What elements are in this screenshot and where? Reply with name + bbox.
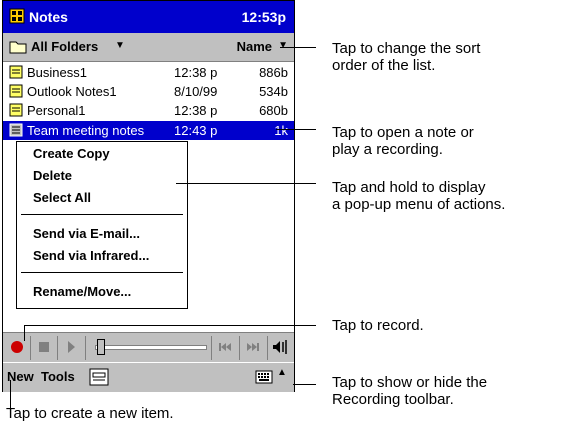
toolbar-divider — [267, 336, 268, 360]
note-time: 12:38 p — [174, 103, 218, 118]
callout-record: Tap to record. — [332, 317, 424, 334]
menu-separator — [21, 214, 183, 215]
note-size: 1k — [274, 123, 288, 138]
toolbar-divider — [30, 336, 31, 360]
app-title: Notes — [29, 9, 68, 25]
callout-hold: Tap and hold to display a pop-up menu of… — [332, 179, 505, 213]
clock[interactable]: 12:53p — [242, 9, 286, 25]
rewind-icon[interactable] — [215, 337, 235, 357]
callout-toolbar-line2: Recording toolbar. — [332, 391, 454, 408]
list-item-selected[interactable]: Team meeting notes 12:43 p 1k — [3, 121, 294, 140]
menu-bar: New Tools ▲ — [3, 362, 294, 392]
callout-line-open — [276, 129, 316, 130]
menu-item-rename-move[interactable]: Rename/Move... — [33, 284, 131, 299]
callout-line-toolbar — [293, 384, 316, 385]
note-icon — [9, 65, 23, 79]
note-name: Team meeting notes — [27, 123, 145, 138]
toolbar-divider — [57, 336, 58, 360]
note-name: Outlook Notes1 — [27, 84, 117, 99]
device-screen: Notes 12:53p All Folders ▼ Name ▼ Busine… — [2, 0, 295, 392]
callout-sort-line2: order of the list. — [332, 57, 436, 74]
chevron-up-icon[interactable]: ▲ — [277, 367, 287, 378]
note-size: 680b — [259, 103, 288, 118]
menu-item-send-email[interactable]: Send via E-mail... — [33, 226, 140, 241]
notes-app-icon — [9, 8, 25, 24]
keyboard-icon[interactable] — [255, 370, 273, 384]
callout-open-line1: Tap to open a note or — [332, 124, 474, 141]
menu-item-select-all[interactable]: Select All — [33, 190, 91, 205]
fast-forward-icon[interactable] — [243, 337, 263, 357]
list-item[interactable]: Business1 12:38 p 886b — [3, 63, 294, 82]
list-item[interactable]: Outlook Notes1 8/10/99 534b — [3, 82, 294, 101]
chevron-down-icon[interactable]: ▼ — [278, 40, 288, 51]
callout-line-record-vertical — [24, 325, 25, 341]
note-name: Business1 — [27, 65, 87, 80]
note-icon — [9, 103, 23, 117]
callout-open-line2: play a recording. — [332, 141, 443, 158]
callout-new-item: Tap to create a new item. — [6, 405, 174, 422]
callout-toolbar-line1: Tap to show or hide the — [332, 374, 488, 391]
folder-bar: All Folders ▼ Name ▼ — [3, 33, 294, 62]
tools-menu[interactable]: Tools — [41, 369, 75, 384]
menu-item-send-infrared[interactable]: Send via Infrared... — [33, 248, 149, 263]
context-menu: Create Copy Delete Select All Send via E… — [16, 141, 188, 309]
position-slider[interactable] — [95, 339, 207, 355]
slider-thumb[interactable] — [97, 339, 105, 355]
callout-line-new — [10, 380, 11, 408]
callout-line-hold — [176, 183, 316, 184]
chevron-down-icon[interactable]: ▼ — [115, 40, 125, 51]
volume-icon[interactable] — [270, 337, 290, 357]
callout-sort: Tap to change the sort order of the list… — [332, 40, 480, 74]
folder-icon — [9, 41, 27, 54]
callout-open: Tap to open a note or play a recording. — [332, 124, 474, 158]
new-button[interactable]: New — [7, 369, 34, 384]
callout-sort-line1: Tap to change the sort — [332, 40, 481, 57]
menu-item-delete[interactable]: Delete — [33, 168, 72, 183]
note-time: 8/10/99 — [174, 84, 218, 99]
note-size: 886b — [259, 65, 288, 80]
callout-hold-line1: Tap and hold to display — [332, 179, 486, 196]
recording-toolbar — [3, 332, 294, 363]
toggle-toolbar-icon[interactable] — [89, 368, 109, 386]
title-bar: Notes 12:53p — [3, 1, 294, 33]
sort-selector[interactable]: Name — [237, 39, 272, 54]
slider-track — [95, 345, 207, 350]
toolbar-divider — [85, 336, 86, 360]
callout-line-sort — [280, 47, 316, 48]
menu-item-create-copy[interactable]: Create Copy — [33, 146, 110, 161]
folder-selector[interactable]: All Folders — [31, 39, 98, 54]
toolbar-divider — [239, 336, 240, 360]
note-time: 12:43 p — [174, 123, 218, 138]
callout-line-record — [24, 325, 316, 326]
stop-icon[interactable] — [34, 337, 54, 357]
menu-separator — [21, 272, 183, 273]
recording-icon — [9, 123, 23, 137]
note-name: Personal1 — [27, 103, 86, 118]
list-item[interactable]: Personal1 12:38 p 680b — [3, 101, 294, 120]
note-size: 534b — [259, 84, 288, 99]
note-time: 12:38 p — [174, 65, 218, 80]
callout-hold-line2: a pop-up menu of actions. — [332, 196, 506, 213]
note-icon — [9, 84, 23, 98]
toolbar-divider — [211, 336, 212, 360]
play-icon[interactable] — [61, 337, 81, 357]
callout-toolbar: Tap to show or hide the Recording toolba… — [332, 374, 487, 408]
